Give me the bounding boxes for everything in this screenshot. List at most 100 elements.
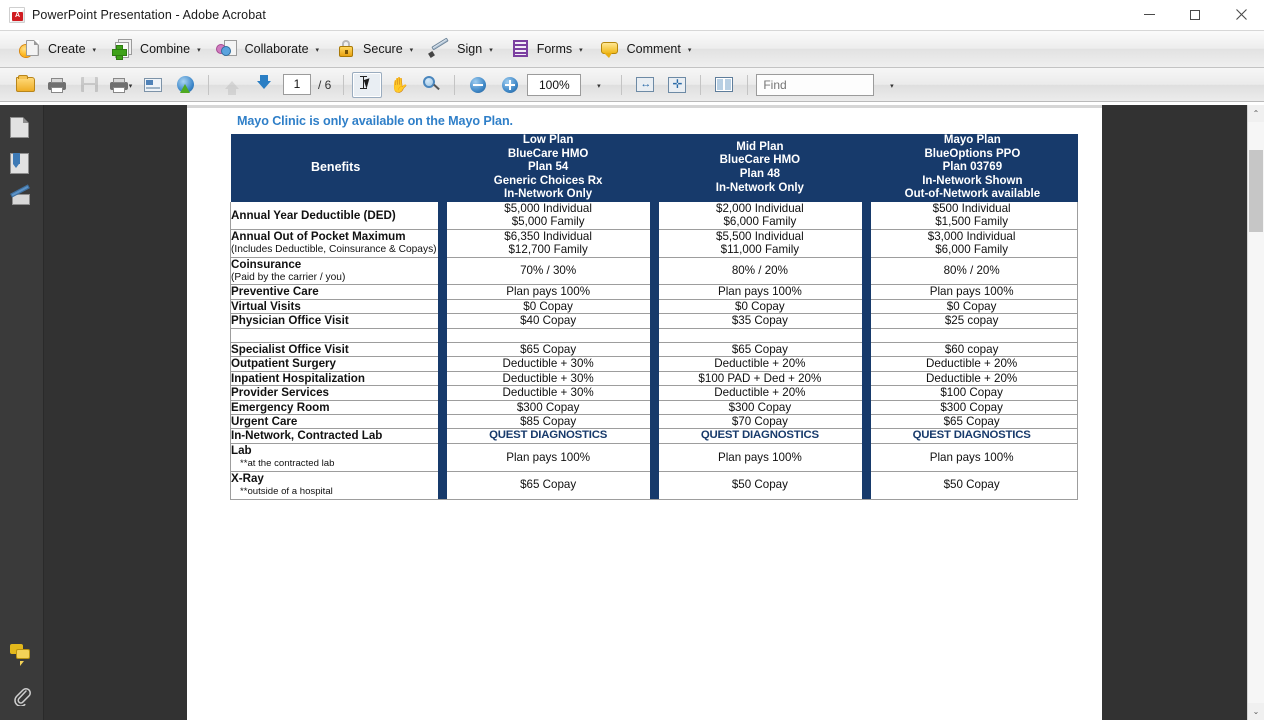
fit-page-icon <box>668 76 687 93</box>
cell-line: Plan pays 100% <box>506 285 591 299</box>
attach-to-email-button[interactable]: ▾ <box>106 72 136 98</box>
sign-button[interactable]: Sign ▾ <box>421 35 501 63</box>
header-line: BlueCare HMO <box>507 147 589 160</box>
cell-line: $50 Copay <box>943 478 1000 492</box>
column-separator <box>861 201 871 499</box>
page-top-edge <box>187 105 1102 108</box>
fit-page-button[interactable] <box>662 72 692 98</box>
page-thumbnails-icon[interactable] <box>9 117 34 139</box>
row-value-cell: QUEST DIAGNOSTICS <box>653 428 867 444</box>
cell-line: $6,000 Family <box>935 243 1009 257</box>
zoom-out-button[interactable] <box>463 72 493 98</box>
maximize-button[interactable] <box>1172 0 1218 30</box>
zoom-dropdown-button[interactable]: ▾ <box>583 72 613 98</box>
combine-button[interactable]: Combine ▾ <box>104 35 209 63</box>
row-value-cell: 80% / 20% <box>865 257 1078 286</box>
next-page-button[interactable] <box>249 72 279 98</box>
print-icon <box>48 77 66 93</box>
hand-tool-button[interactable]: ✋ <box>384 72 414 98</box>
cell-line: $100 Copay <box>940 386 1003 400</box>
header-line: Plan 48 <box>739 167 781 180</box>
create-pdf-from-web-button[interactable] <box>170 72 200 98</box>
scroll-up-button[interactable]: ⌃ <box>1248 105 1264 122</box>
signatures-icon[interactable] <box>9 184 34 211</box>
row-label-cell: X-Ray **outside of a hospital <box>230 471 443 500</box>
row-value-cell: $0 Copay <box>865 299 1078 315</box>
vertical-scrollbar[interactable]: ⌃ ⌄ <box>1247 105 1264 720</box>
header-line: Plan 03769 <box>942 161 1003 174</box>
comment-button[interactable]: Comment ▾ <box>591 35 700 63</box>
sign-pen-icon <box>428 37 451 59</box>
row-label-cell: In-Network, Contracted Lab <box>230 428 443 444</box>
row-value-cell: $100 PAD + Ded + 20% <box>653 371 867 387</box>
fit-width-button[interactable] <box>630 72 660 98</box>
row-label: Annual Year Deductible (DED) <box>231 208 396 222</box>
cell-line: $5,000 Family <box>511 215 585 229</box>
row-value-cell: 70% / 30% <box>441 257 655 286</box>
create-button-label: Create <box>48 42 86 56</box>
row-label-note: **outside of a hospital <box>240 486 333 498</box>
cell-line: $6,000 Family <box>723 215 797 229</box>
next-page-arrow-icon <box>257 74 271 89</box>
create-button[interactable]: Create ▾ <box>12 35 104 63</box>
snapshot-button[interactable] <box>416 72 446 98</box>
cell-line: $65 Copay <box>943 415 1000 429</box>
row-label: Lab <box>231 443 252 457</box>
cell-line: $60 copay <box>944 343 999 357</box>
column-header-low-plan: Low Plan BlueCare HMO Plan 54 Generic Ch… <box>442 134 656 202</box>
email-button[interactable] <box>138 72 168 98</box>
hand-tool-icon: ✋ <box>390 76 409 94</box>
close-button[interactable] <box>1218 0 1264 30</box>
row-value-cell: $40 Copay <box>441 313 655 329</box>
row-value-cell <box>441 328 655 344</box>
column-header-benefits: Benefits <box>230 134 444 202</box>
previous-page-button[interactable] <box>217 72 247 98</box>
secure-lock-icon <box>335 39 357 59</box>
select-text-tool-button[interactable] <box>352 71 383 98</box>
zoom-in-button[interactable] <box>495 72 525 98</box>
scrollbar-thumb[interactable] <box>1249 150 1263 232</box>
search-input[interactable] <box>756 73 875 96</box>
scroll-down-button[interactable]: ⌄ <box>1248 703 1264 720</box>
toolbar-divider <box>454 74 456 95</box>
row-value-cell: $5,000 Individual $5,000 Family <box>441 201 655 230</box>
minimize-button[interactable] <box>1126 0 1172 30</box>
row-value-cell <box>865 328 1078 344</box>
row-value-cell: 80% / 20% <box>653 257 867 286</box>
combine-button-label: Combine <box>140 42 191 56</box>
collaborate-button-label: Collaborate <box>244 42 309 56</box>
row-label-sub: (Paid by the carrier / you) <box>231 272 346 283</box>
row-value-cell: $35 Copay <box>653 313 867 329</box>
cell-line: Plan pays 100% <box>506 450 591 464</box>
cell-line: Plan pays 100% <box>717 285 802 299</box>
collaborate-button[interactable]: Collaborate ▾ <box>209 35 327 63</box>
print-button[interactable] <box>42 72 72 98</box>
chevron-down-icon: ▾ <box>92 47 97 54</box>
document-area[interactable]: Mayo Clinic is only available on the May… <box>44 105 1264 720</box>
cell-line: Deductible + 30% <box>502 371 594 385</box>
row-label: Virtual Visits <box>231 299 301 313</box>
row-label-note: **at the contracted lab <box>240 458 335 470</box>
header-line: Generic Choices Rx <box>493 174 603 187</box>
save-button[interactable] <box>74 72 104 98</box>
header-line: Out-of-Network available <box>904 188 1041 201</box>
attachments-icon[interactable] <box>12 686 32 706</box>
cell-line: Deductible + 20% <box>926 357 1018 371</box>
secure-button[interactable]: Secure ▾ <box>327 35 421 63</box>
forms-button[interactable]: Forms ▾ <box>501 35 591 63</box>
column-header-mayo-plan: Mayo Plan BlueOptions PPO Plan 03769 In-… <box>865 134 1078 202</box>
cell-line: Plan pays 100% <box>717 450 802 464</box>
comments-icon[interactable] <box>9 644 34 666</box>
chevron-down-icon: ▾ <box>890 82 894 90</box>
scrollbar-track[interactable] <box>1248 122 1264 703</box>
page-number-input[interactable]: 1 <box>283 74 311 95</box>
two-page-view-button[interactable] <box>709 72 739 98</box>
attach-to-email-icon <box>109 77 128 93</box>
cell-line: $65 Copay <box>731 343 788 357</box>
snapshot-magnifier-icon <box>422 76 440 93</box>
bookmarks-icon[interactable] <box>9 153 34 175</box>
find-dropdown-button[interactable]: ▾ <box>876 72 906 98</box>
open-file-button[interactable] <box>10 72 40 98</box>
header-line: Plan 54 <box>527 161 569 174</box>
zoom-level-input[interactable]: 100% <box>527 73 582 96</box>
